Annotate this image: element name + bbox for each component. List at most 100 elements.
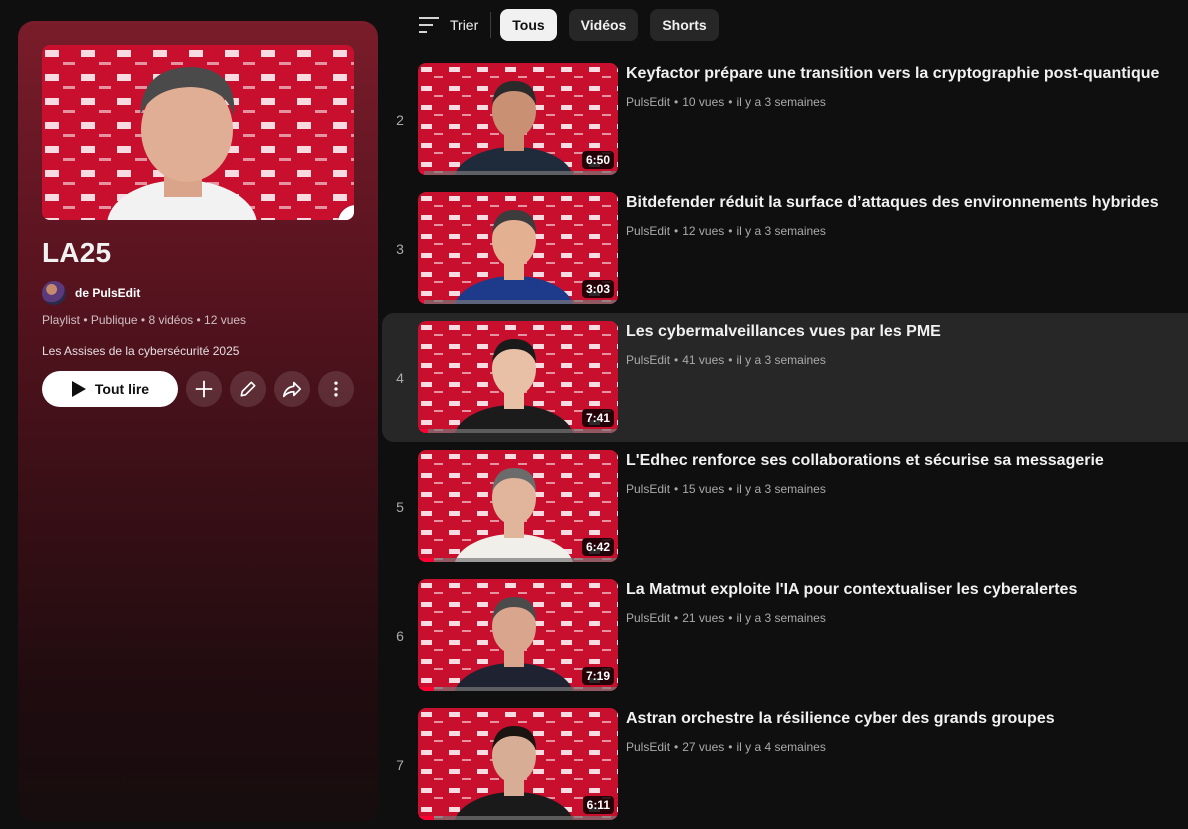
watch-progress-fill [418,429,428,433]
avatar[interactable] [42,281,66,305]
video-channel[interactable]: PulsEdit [626,740,670,754]
video-channel[interactable]: PulsEdit [626,95,670,109]
video-title[interactable]: La Matmut exploite l'IA pour contextuali… [626,581,1077,599]
watch-progress-fill [418,300,424,304]
video-index: 2 [396,111,404,128]
video-thumbnail[interactable]: 6:11 [418,708,618,820]
playlist-video-row[interactable]: 3 3:03 Bitdefender réduit la surface d’att… [382,184,1188,313]
video-age: il y a 3 semaines [736,353,826,367]
watch-progress-fill [418,171,424,175]
pencil-icon [240,381,256,397]
video-duration: 6:42 [581,538,614,556]
watch-progress-fill [418,558,434,562]
video-thumbnail[interactable]: 7:41 [418,321,618,433]
sort-button[interactable]: Trier [418,16,478,34]
video-duration: 3:03 [581,280,614,298]
video-meta: PulsEdit • 27 vues • il y a 4 semaines [626,740,826,754]
watch-progress-bar [418,816,618,820]
meta-separator: • [674,353,679,367]
meta-separator: • [674,224,679,238]
video-duration: 6:11 [582,796,614,814]
video-views: 41 vues [682,353,725,367]
video-views: 12 vues [682,224,725,238]
meta-separator: • [728,611,733,625]
add-to-playlist-button[interactable] [186,371,222,407]
watch-progress-bar [418,687,618,691]
play-all-button[interactable]: Tout lire [42,371,178,407]
watch-progress-fill [418,687,434,691]
video-channel[interactable]: PulsEdit [626,224,670,238]
meta-separator: • [728,224,733,238]
chip-videos[interactable]: Vidéos [568,9,639,41]
video-title[interactable]: Keyfactor prépare une transition vers la… [626,65,1159,83]
video-duration: 7:19 [581,667,614,685]
more-vert-icon [334,381,338,397]
edit-playlist-button[interactable] [230,371,266,407]
playlist-video-row[interactable]: 5 6:42 L'Edhec renforce ses collaborations… [382,442,1188,571]
meta-separator: • [728,740,733,754]
video-thumbnail[interactable]: 7:19 [418,579,618,691]
video-duration: 7:41 [581,409,614,427]
share-icon [282,381,302,398]
meta-separator: • [728,353,733,367]
owner-name[interactable]: de PulsEdit [75,286,140,300]
video-thumbnail[interactable]: 6:50 [418,63,618,175]
video-age: il y a 3 semaines [736,95,826,109]
sort-label: Trier [450,17,479,33]
plus-icon [195,380,213,398]
meta-separator: • [674,611,679,625]
video-channel[interactable]: PulsEdit [626,482,670,496]
play-all-label: Tout lire [94,381,150,397]
meta-separator: • [728,482,733,496]
meta-separator: • [674,95,679,109]
video-index: 6 [396,627,404,644]
share-button[interactable] [274,371,310,407]
video-title[interactable]: Astran orchestre la résilience cyber des… [626,710,1055,728]
video-title[interactable]: L'Edhec renforce ses collaborations et s… [626,452,1104,470]
meta-separator: • [728,95,733,109]
chip-shorts[interactable]: Shorts [650,9,719,41]
watch-progress-bar [418,558,618,562]
video-channel[interactable]: PulsEdit [626,611,670,625]
video-age: il y a 4 semaines [736,740,826,754]
video-index: 4 [396,369,404,386]
video-title[interactable]: Bitdefender réduit la surface d’attaques… [626,194,1159,212]
video-index: 7 [396,756,404,773]
chip-all[interactable]: Tous [500,9,557,41]
playlist-video-list: 2 6:50 Keyfactor prépare une transition ve… [382,55,1188,829]
watch-progress-bar [418,429,618,433]
video-title[interactable]: Les cybermalveillances vues par les PME [626,323,941,341]
chip-divider [490,12,492,38]
more-options-button[interactable] [318,371,354,407]
playlist-owner[interactable]: de PulsEdit [42,281,140,305]
playlist-thumbnail-image [42,45,354,220]
watch-progress-bar [418,300,618,304]
video-thumbnail[interactable]: 6:42 [418,450,618,562]
video-age: il y a 3 semaines [736,224,826,238]
video-index: 5 [396,498,404,515]
video-index: 3 [396,240,404,257]
video-meta: PulsEdit • 15 vues • il y a 3 semaines [626,482,826,496]
watch-progress-fill [418,816,434,820]
video-views: 15 vues [682,482,725,496]
filter-bar: Trier Tous Vidéos Shorts [418,9,731,41]
video-meta: PulsEdit • 12 vues • il y a 3 semaines [626,224,826,238]
playlist-video-row[interactable]: 7 6:11 Astran orchestre la résilience cybe… [382,700,1188,829]
video-channel[interactable]: PulsEdit [626,353,670,367]
pencil-icon [346,213,354,220]
video-meta: PulsEdit • 10 vues • il y a 3 semaines [626,95,826,109]
video-age: il y a 3 semaines [736,611,826,625]
playlist-thumbnail[interactable] [42,45,354,220]
video-duration: 6:50 [581,151,614,169]
playlist-actions: Tout lire [42,371,354,407]
play-icon [71,381,86,397]
video-meta: PulsEdit • 21 vues • il y a 3 semaines [626,611,826,625]
playlist-video-row[interactable]: 4 7:41 Les cybermalveillances vues par les… [382,313,1188,442]
video-meta: PulsEdit • 41 vues • il y a 3 semaines [626,353,826,367]
video-thumbnail[interactable]: 3:03 [418,192,618,304]
playlist-video-row[interactable]: 2 6:50 Keyfactor prépare une transition ve… [382,55,1188,184]
playlist-video-row[interactable]: 6 7:19 La Matmut exploite l'IA pour contex… [382,571,1188,700]
playlist-panel: LA25 de PulsEdit Playlist • Publique • 8… [18,21,378,821]
video-views: 10 vues [682,95,725,109]
video-age: il y a 3 semaines [736,482,826,496]
